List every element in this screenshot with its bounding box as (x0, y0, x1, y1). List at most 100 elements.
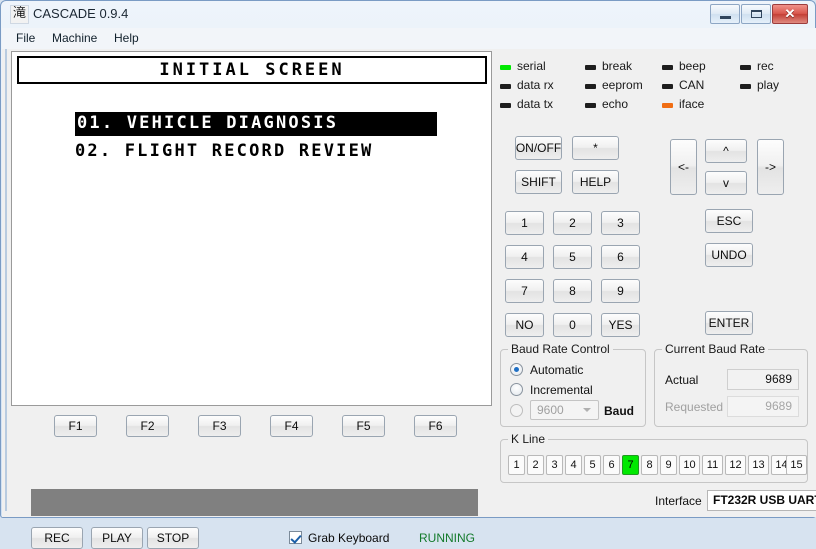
kline-button-12[interactable]: 12 (725, 455, 746, 475)
key-3[interactable]: 3 (601, 211, 640, 235)
app-window: 滝 CASCADE 0.9.4 ✕ File Machine Help INIT… (0, 0, 816, 549)
key-9[interactable]: 9 (601, 279, 640, 303)
grab-keyboard-label: Grab Keyboard (308, 531, 390, 545)
radio-incremental-label: Incremental (530, 383, 593, 397)
chevron-down-icon (583, 408, 591, 412)
shift-button[interactable]: SHIFT (515, 170, 562, 194)
led-indicator-icon (662, 84, 673, 89)
requested-label: Requested (665, 400, 724, 414)
minimize-icon (711, 5, 739, 23)
terminal-panel: INITIAL SCREEN 01. VEHICLE DIAGNOSIS 02.… (5, 49, 494, 549)
undo-button[interactable]: UNDO (705, 243, 753, 267)
key-2[interactable]: 2 (553, 211, 592, 235)
esc-button[interactable]: ESC (705, 209, 753, 233)
function-key-f1[interactable]: F1 (54, 415, 97, 437)
kline-button-1[interactable]: 1 (508, 455, 525, 475)
status-text: RUNNING (419, 531, 475, 545)
baud-rate-select-value: 9600 (537, 403, 564, 417)
kline-button-7[interactable]: 7 (622, 455, 639, 475)
arrow-right-button[interactable]: -> (757, 139, 784, 195)
key-1[interactable]: 1 (505, 211, 544, 235)
enter-button[interactable]: ENTER (705, 311, 753, 335)
menu-bar: File Machine Help (2, 28, 816, 49)
lcd-menu-item-selected[interactable]: 01. VEHICLE DIAGNOSIS (75, 112, 437, 136)
led-indicator-icon (585, 65, 596, 70)
close-icon: ✕ (784, 6, 796, 21)
kline-button-9[interactable]: 9 (660, 455, 677, 475)
stop-button[interactable]: STOP (147, 527, 199, 549)
function-key-f3[interactable]: F3 (198, 415, 241, 437)
interface-bar: Interface FT232R USB UART (492, 487, 816, 513)
current-baud-rate-title: Current Baud Rate (662, 342, 769, 356)
key-7[interactable]: 7 (505, 279, 544, 303)
key-yes[interactable]: YES (601, 313, 640, 337)
led-indicator-icon (500, 84, 511, 89)
key-no[interactable]: NO (505, 313, 544, 337)
minimize-button[interactable] (710, 4, 740, 24)
key-8[interactable]: 8 (553, 279, 592, 303)
function-key-f6[interactable]: F6 (414, 415, 457, 437)
menu-item-file[interactable]: File (10, 30, 41, 47)
kline-button-11[interactable]: 11 (702, 455, 723, 475)
function-key-f4[interactable]: F4 (270, 415, 313, 437)
arrow-left-button[interactable]: <- (670, 139, 697, 195)
menu-item-machine[interactable]: Machine (46, 30, 103, 47)
led-label: serial (517, 59, 546, 73)
kline-button-3[interactable]: 3 (546, 455, 563, 475)
kline-group: K Line 1 2 3 4 5 6 7 8 9 10 11 12 13 14 … (500, 432, 808, 483)
record-button[interactable]: REC (31, 527, 83, 549)
maximize-button[interactable] (741, 4, 771, 24)
onoff-button[interactable]: ON/OFF (515, 136, 562, 160)
led-indicator-icon (740, 65, 751, 70)
radio-automatic[interactable] (510, 363, 523, 376)
close-button[interactable]: ✕ (772, 4, 808, 24)
kline-button-15[interactable]: 15 (786, 455, 807, 475)
key-4[interactable]: 4 (505, 245, 544, 269)
key-0[interactable]: 0 (553, 313, 592, 337)
title-bar: 滝 CASCADE 0.9.4 ✕ (1, 1, 816, 28)
lcd-menu-item[interactable]: 02. FLIGHT RECORD REVIEW (75, 140, 373, 162)
led-indicator-icon (662, 65, 673, 70)
kline-button-6[interactable]: 6 (603, 455, 620, 475)
baud-rate-control-group: Baud Rate Control Automatic Incremental … (500, 342, 646, 427)
lcd-display[interactable]: INITIAL SCREEN 01. VEHICLE DIAGNOSIS 02.… (11, 51, 492, 406)
function-key-f5[interactable]: F5 (342, 415, 385, 437)
key-6[interactable]: 6 (601, 245, 640, 269)
current-baud-rate-group: Current Baud Rate Actual 9689 Requested … (654, 342, 808, 427)
kline-button-13[interactable]: 13 (748, 455, 769, 475)
led-indicator-icon (662, 103, 673, 108)
lcd-title: INITIAL SCREEN (17, 56, 487, 84)
app-icon: 滝 (10, 5, 29, 24)
kline-button-4[interactable]: 4 (565, 455, 582, 475)
function-key-f2[interactable]: F2 (126, 415, 169, 437)
led-indicator-icon (500, 103, 511, 108)
help-button[interactable]: HELP (572, 170, 619, 194)
kline-button-8[interactable]: 8 (641, 455, 658, 475)
play-button[interactable]: PLAY (91, 527, 143, 549)
kline-button-10[interactable]: 10 (679, 455, 700, 475)
interface-label: Interface (655, 494, 702, 508)
led-label: rec (757, 59, 774, 73)
led-label: iface (679, 97, 705, 111)
radio-fixed-baud[interactable] (510, 404, 523, 417)
requested-value: 9689 (727, 396, 799, 417)
baud-rate-select[interactable]: 9600 (530, 400, 599, 420)
kline-button-2[interactable]: 2 (527, 455, 544, 475)
led-label: play (757, 78, 780, 92)
led-indicator-icon (500, 65, 511, 70)
actual-value: 9689 (727, 369, 799, 390)
baud-suffix-label: Baud (604, 404, 634, 418)
arrow-up-button[interactable]: ^ (705, 139, 747, 163)
key-5[interactable]: 5 (553, 245, 592, 269)
led-label: echo (602, 97, 629, 111)
progress-bar (31, 489, 478, 516)
menu-item-help[interactable]: Help (108, 30, 145, 47)
arrow-down-button[interactable]: v (705, 171, 747, 195)
led-indicator-icon (740, 84, 751, 89)
control-panel: serial data rx data tx break eeprom echo… (492, 49, 816, 511)
radio-incremental[interactable] (510, 383, 523, 396)
baud-rate-control-title: Baud Rate Control (508, 342, 613, 356)
kline-button-5[interactable]: 5 (584, 455, 601, 475)
checkbox-box[interactable] (289, 531, 302, 544)
asterisk-button[interactable]: * (572, 136, 619, 160)
